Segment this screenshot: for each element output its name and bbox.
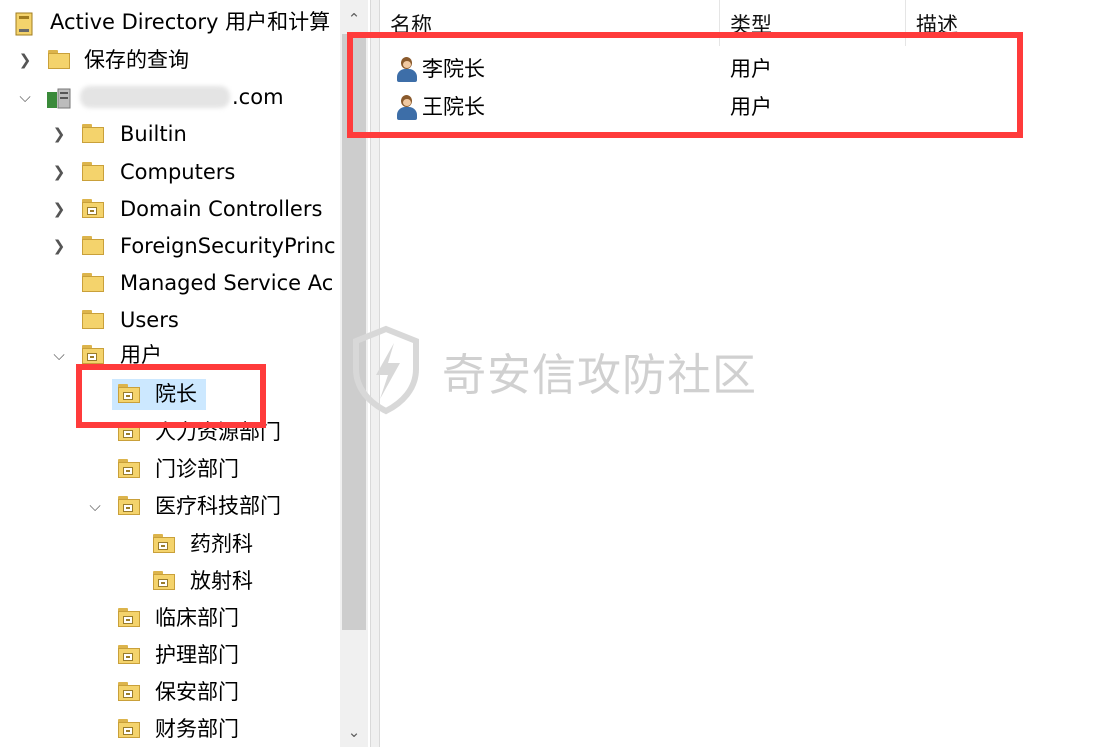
tree-item-builtin[interactable]: ❯ Builtin xyxy=(0,117,340,151)
chevron-down-icon[interactable]: ⌵ xyxy=(52,338,66,372)
tree-item-label: 财务部门 xyxy=(155,717,239,741)
tree-item-label: Users xyxy=(120,308,179,332)
tree-item-label: 门诊部门 xyxy=(155,457,239,481)
tree-root-label: Active Directory 用户和计算 xyxy=(50,10,331,34)
scroll-down-arrow-icon[interactable]: ⌄ xyxy=(340,717,368,747)
chevron-right-icon[interactable]: ❯ xyxy=(18,43,32,77)
tree-item-ou-medtech[interactable]: ⌵ 医疗科技部门 xyxy=(0,489,340,523)
folder-icon xyxy=(82,162,104,181)
ou-folder-icon xyxy=(118,682,140,701)
tree-item-label: .com xyxy=(232,85,284,109)
ou-folder-icon xyxy=(118,645,140,664)
chevron-right-icon[interactable]: ❯ xyxy=(52,155,66,189)
ou-folder-icon xyxy=(82,345,104,364)
folder-icon xyxy=(82,310,104,329)
tree-item-ou-pharmacy[interactable]: 药剂科 xyxy=(0,527,340,561)
ou-folder-icon xyxy=(118,719,140,738)
tree-item-saved-queries[interactable]: ❯ 保存的查询 xyxy=(0,43,340,77)
tree-item-managed-service-accounts[interactable]: Managed Service Ac xyxy=(0,266,340,300)
tree-item-label: 临床部门 xyxy=(155,606,239,630)
tree-item-label: Domain Controllers xyxy=(120,197,323,221)
folder-icon xyxy=(82,236,104,255)
tree-item-label: 保存的查询 xyxy=(84,48,189,72)
domain-icon xyxy=(46,86,74,109)
chevron-down-icon[interactable]: ⌵ xyxy=(18,80,32,114)
tree-item-foreign-security-principals[interactable]: ❯ ForeignSecurityPrinc xyxy=(0,229,340,263)
folder-icon xyxy=(48,50,70,69)
tree-item-ou-finance[interactable]: 财务部门 xyxy=(0,712,340,746)
redacted-domain-name xyxy=(80,86,230,108)
tree-item-label: 药剂科 xyxy=(190,532,253,556)
annotation-highlight-box xyxy=(76,364,266,428)
ou-folder-icon xyxy=(82,199,104,218)
watermark-text: 奇安信攻防社区 xyxy=(442,350,757,401)
ou-folder-icon xyxy=(153,571,175,590)
chevron-right-icon[interactable]: ❯ xyxy=(52,117,66,151)
tree-item-ou-security[interactable]: 保安部门 xyxy=(0,675,340,709)
tree-root[interactable]: Active Directory 用户和计算 xyxy=(0,5,340,39)
annotation-highlight-box xyxy=(347,32,1023,138)
console-tree[interactable]: Active Directory 用户和计算 ❯ 保存的查询 ⌵ .com ❯ … xyxy=(0,0,370,747)
tree-item-ou-radiology[interactable]: 放射科 xyxy=(0,564,340,598)
tree-item-ou-outpatient[interactable]: 门诊部门 xyxy=(0,452,340,486)
chevron-right-icon[interactable]: ❯ xyxy=(52,192,66,226)
watermark: 奇安信攻防社区 xyxy=(350,325,760,415)
ou-folder-icon xyxy=(153,534,175,553)
tree-item-label: 护理部门 xyxy=(155,643,239,667)
chevron-down-icon[interactable]: ⌵ xyxy=(88,489,102,523)
tree-item-users[interactable]: Users xyxy=(0,303,340,337)
scroll-up-arrow-icon[interactable]: ⌃ xyxy=(340,4,368,34)
tree-item-domain[interactable]: ⌵ .com xyxy=(0,80,340,114)
tree-item-domain-controllers[interactable]: ❯ Domain Controllers xyxy=(0,192,340,226)
ou-folder-icon xyxy=(118,608,140,627)
tree-item-label: 保安部门 xyxy=(155,680,239,704)
folder-icon xyxy=(82,273,104,292)
ad-console-icon xyxy=(14,12,34,36)
tree-item-label: 医疗科技部门 xyxy=(155,494,281,518)
tree-item-ou-clinical[interactable]: 临床部门 xyxy=(0,601,340,635)
tree-item-ou-nursing[interactable]: 护理部门 xyxy=(0,638,340,672)
ou-folder-icon xyxy=(118,459,140,478)
tree-item-label: Computers xyxy=(120,160,236,184)
tree-item-label: Builtin xyxy=(120,122,187,146)
chevron-right-icon[interactable]: ❯ xyxy=(52,229,66,263)
watermark-shield-icon xyxy=(353,325,419,415)
tree-item-label: 放射科 xyxy=(190,569,253,593)
folder-icon xyxy=(82,124,104,143)
ou-folder-icon xyxy=(118,496,140,515)
tree-item-label: ForeignSecurityPrinc xyxy=(120,234,336,258)
tree-item-computers[interactable]: ❯ Computers xyxy=(0,155,340,189)
tree-item-label: Managed Service Ac xyxy=(120,271,334,295)
